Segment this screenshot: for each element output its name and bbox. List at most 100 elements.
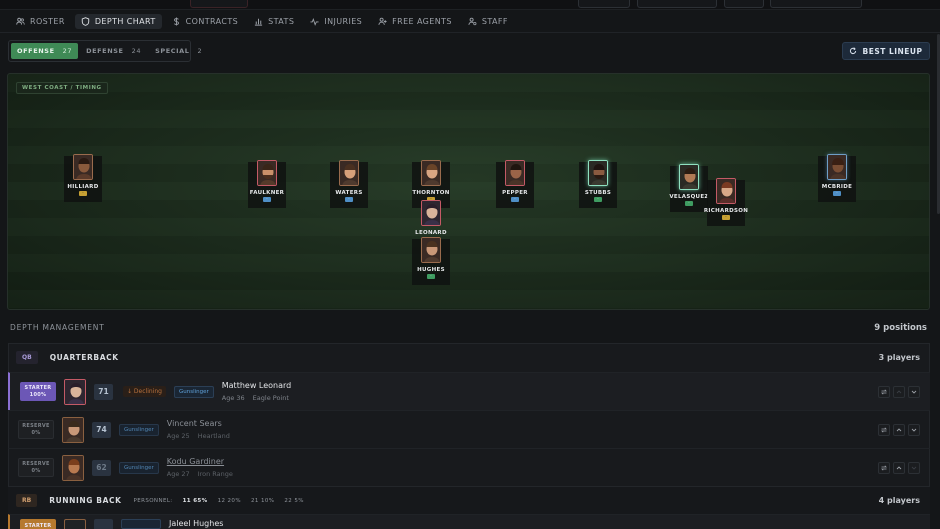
player-card-hughes[interactable]: HUGHES · bbox=[412, 237, 450, 285]
unit-filter: OFFENSE 27 DEFENSE 24 SPECIAL 2 bbox=[8, 40, 202, 62]
positions-count: 9 positions bbox=[874, 323, 927, 333]
filter-defense[interactable]: DEFENSE 24 bbox=[80, 43, 147, 59]
rating-chip: · bbox=[722, 215, 730, 220]
overall-rating bbox=[94, 519, 113, 529]
personnel-code: 21 bbox=[250, 497, 259, 504]
tab-staff[interactable]: STAFF bbox=[462, 14, 514, 29]
move-up-button[interactable] bbox=[893, 385, 905, 398]
move-up-button[interactable] bbox=[893, 461, 905, 474]
tab-contracts[interactable]: CONTRACTS bbox=[166, 14, 244, 29]
row-controls bbox=[878, 385, 920, 398]
chevron-down-icon bbox=[911, 428, 917, 432]
player-card-velasquez[interactable]: VELASQUEZ · bbox=[669, 164, 709, 212]
player-card-hilliard[interactable]: HILLIARD · bbox=[64, 154, 102, 202]
personnel-code: 22 bbox=[284, 497, 293, 504]
best-lineup-button[interactable]: BEST LINEUP bbox=[842, 42, 930, 60]
swap-button[interactable] bbox=[878, 423, 890, 436]
player-name[interactable]: Matthew Leonard bbox=[222, 381, 292, 390]
filter-label: SPECIAL bbox=[155, 47, 190, 55]
move-up-button[interactable] bbox=[893, 423, 905, 436]
tab-label: STAFF bbox=[481, 17, 508, 26]
tab-free-agents[interactable]: FREE AGENTS bbox=[372, 14, 458, 29]
chevron-up-icon bbox=[896, 427, 902, 431]
depth-row[interactable]: STARTER 100% 71 ↓ Declining Gunslinger Ma… bbox=[8, 372, 930, 410]
tab-roster[interactable]: ROSTER bbox=[10, 14, 71, 29]
player-card-pepper[interactable]: PEPPER · bbox=[496, 160, 534, 208]
player-name[interactable]: Kodu Gardiner bbox=[167, 457, 233, 466]
swap-button[interactable] bbox=[878, 385, 890, 398]
trend-badge: ↓ Declining bbox=[123, 386, 166, 397]
move-down-button[interactable] bbox=[908, 423, 920, 436]
role-badge: STARTER bbox=[20, 519, 56, 529]
position-header-qb[interactable]: QB QUARTERBACK 3 players bbox=[8, 343, 930, 371]
overall-rating: 62 bbox=[92, 459, 111, 476]
position-header-rb[interactable]: RB RUNNING BACK PERSONNEL: 11 65% 12 20%… bbox=[8, 486, 930, 514]
player-card-stubbs[interactable]: STUBBS · bbox=[579, 160, 617, 208]
depth-row[interactable]: RESERVE 0% 62 Gunslinger Kodu Gardiner Ag… bbox=[8, 448, 930, 486]
player-portrait bbox=[257, 160, 277, 186]
player-name: VELASQUEZ bbox=[669, 194, 709, 200]
depth-row[interactable]: RESERVE 0% 74 Gunslinger Vincent Sears Ag… bbox=[8, 410, 930, 448]
user-gear-icon bbox=[468, 17, 477, 26]
player-card-mcbride[interactable]: MCBRIDE · bbox=[818, 154, 856, 202]
tab-label: FREE AGENTS bbox=[392, 17, 452, 26]
top-control[interactable] bbox=[190, 0, 248, 8]
rating-chip: · bbox=[511, 197, 519, 202]
users-icon bbox=[16, 17, 25, 25]
tab-depth-chart[interactable]: DEPTH CHART bbox=[74, 14, 162, 29]
player-meta: Age 36 Eagle Point bbox=[222, 394, 292, 402]
user-plus-icon bbox=[378, 17, 387, 25]
rating-chip: · bbox=[594, 197, 602, 202]
player-info: Jaleel Hughes bbox=[169, 519, 223, 528]
player-name[interactable]: Vincent Sears bbox=[167, 419, 230, 428]
player-name: RICHARDSON bbox=[703, 208, 749, 214]
player-name: LEONARD bbox=[415, 230, 447, 236]
top-strip bbox=[0, 0, 940, 10]
rating-chip: · bbox=[79, 191, 87, 196]
player-info: Vincent Sears Age 25 Heartland bbox=[167, 419, 230, 440]
move-down-button[interactable] bbox=[908, 385, 920, 398]
move-down-button[interactable] bbox=[908, 461, 920, 474]
filter-special[interactable]: SPECIAL 2 bbox=[149, 43, 208, 59]
player-card-waters[interactable]: WATERS · bbox=[330, 160, 368, 208]
personnel-item: 11 65% bbox=[183, 498, 208, 504]
top-control[interactable] bbox=[578, 0, 630, 8]
chevron-down-icon bbox=[911, 466, 917, 470]
depth-row[interactable]: STARTER Jaleel Hughes bbox=[8, 514, 930, 529]
tab-injuries[interactable]: INJURIES bbox=[304, 14, 368, 29]
swap-icon bbox=[881, 427, 887, 432]
archetype-badge: Gunslinger bbox=[119, 423, 159, 436]
player-card-faulkner[interactable]: FAULKNER · bbox=[248, 160, 286, 208]
avatar bbox=[62, 416, 84, 443]
rating-chip: · bbox=[345, 197, 353, 202]
top-control[interactable] bbox=[724, 0, 764, 8]
top-control[interactable] bbox=[637, 0, 717, 8]
personnel-item: 21 10% bbox=[251, 498, 274, 504]
player-info: Matthew Leonard Age 36 Eagle Point bbox=[222, 381, 292, 402]
filter-offense[interactable]: OFFENSE 27 bbox=[11, 43, 79, 59]
snap-pct: 0% bbox=[31, 429, 41, 436]
position-badge: RB bbox=[16, 494, 38, 507]
role-label: STARTER bbox=[24, 384, 52, 391]
role-badge: RESERVE 0% bbox=[18, 458, 54, 477]
player-card-richardson[interactable]: RICHARDSON · bbox=[703, 178, 749, 226]
top-control[interactable] bbox=[770, 0, 862, 8]
player-portrait bbox=[679, 164, 699, 190]
best-lineup-label: BEST LINEUP bbox=[862, 46, 923, 56]
role-badge: RESERVE 0% bbox=[18, 420, 54, 439]
tab-stats[interactable]: STATS bbox=[248, 14, 300, 29]
personnel-code: 12 bbox=[217, 497, 226, 504]
player-portrait bbox=[421, 237, 441, 263]
overall-rating: 71 bbox=[94, 383, 113, 400]
tab-label: INJURIES bbox=[324, 17, 363, 26]
player-meta: Age 27 Iron Range bbox=[167, 470, 233, 478]
rating-chip: · bbox=[427, 274, 435, 279]
personnel-pct: 65% bbox=[193, 497, 208, 504]
player-origin: Iron Range bbox=[197, 470, 233, 478]
swap-button[interactable] bbox=[878, 461, 890, 474]
shield-icon bbox=[81, 17, 90, 26]
player-name: HUGHES bbox=[417, 267, 445, 273]
position-badge: QB bbox=[16, 350, 38, 364]
player-name[interactable]: Jaleel Hughes bbox=[169, 519, 223, 528]
position-title: QUARTERBACK bbox=[49, 352, 119, 362]
